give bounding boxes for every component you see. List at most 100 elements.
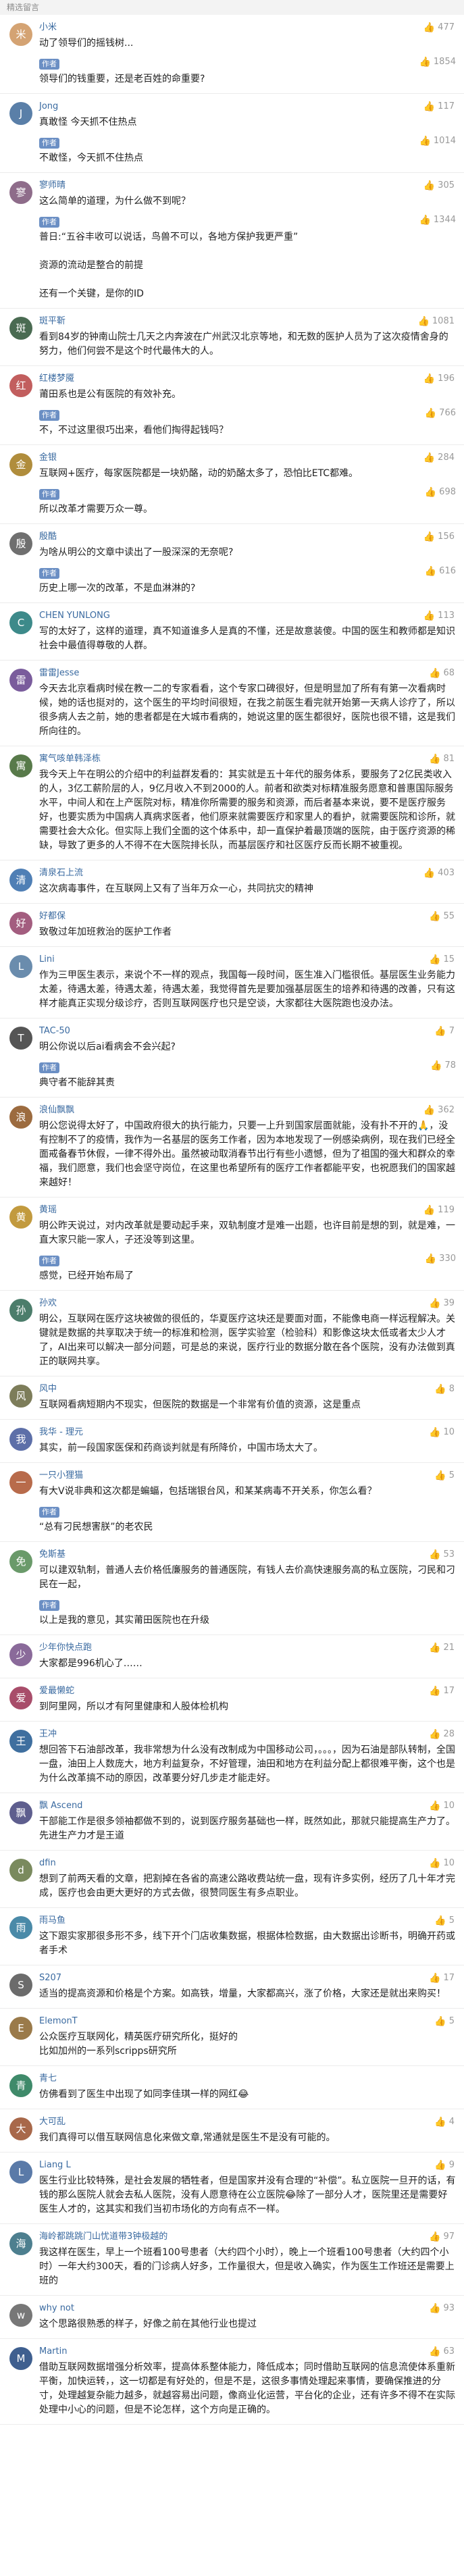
like-button[interactable]: 👍 17	[429, 1685, 455, 1697]
like-button[interactable]: 👍 5	[434, 1470, 455, 1482]
avatar[interactable]: 清	[9, 869, 32, 892]
comment-nickname[interactable]: 免斯基	[39, 1549, 456, 1561]
avatar[interactable]: d	[9, 1859, 32, 1882]
reply-like-button[interactable]: 👍 330	[425, 1253, 456, 1265]
reply-like-button[interactable]: 👍 1014	[419, 135, 456, 147]
avatar[interactable]: L	[9, 2161, 32, 2184]
comment-nickname[interactable]: TAC-50	[39, 1025, 456, 1037]
avatar[interactable]: J	[9, 102, 32, 125]
avatar[interactable]: 海	[9, 2232, 32, 2255]
avatar[interactable]: 免	[9, 1550, 32, 1573]
like-button[interactable]: 👍 55	[429, 910, 455, 923]
like-button[interactable]: 👍 68	[429, 667, 455, 679]
like-button[interactable]: 👍 477	[423, 22, 455, 34]
avatar[interactable]: 米	[9, 23, 32, 46]
reply-like-button[interactable]: 👍 616	[425, 565, 456, 577]
comment-nickname[interactable]: 雨马鱼	[39, 1915, 456, 1927]
avatar[interactable]: L	[9, 955, 32, 978]
comment-nickname[interactable]: 斑平靳	[39, 315, 456, 328]
comment-nickname[interactable]: 寓气咳单韩泽栋	[39, 753, 456, 765]
avatar[interactable]: 寥	[9, 181, 32, 204]
comment-nickname[interactable]: 金银	[39, 452, 456, 464]
like-button[interactable]: 👍 10	[429, 1426, 455, 1439]
avatar[interactable]: 好	[9, 912, 32, 935]
comment-nickname[interactable]: Martin	[39, 2346, 456, 2358]
like-button[interactable]: 👍 117	[423, 101, 455, 113]
comment-nickname[interactable]: Jong	[39, 101, 456, 113]
like-button[interactable]: 👍 53	[429, 1549, 455, 1561]
avatar[interactable]: 少	[9, 1643, 32, 1666]
avatar[interactable]: 一	[9, 1471, 32, 1494]
comment-nickname[interactable]: 一只小狸猫	[39, 1470, 456, 1482]
like-button[interactable]: 👍 156	[423, 531, 455, 543]
comment-nickname[interactable]: 浪仙飘飘	[39, 1104, 456, 1116]
avatar[interactable]: 红	[9, 374, 32, 397]
like-button[interactable]: 👍 9	[434, 2159, 455, 2171]
like-button[interactable]: 👍 284	[423, 452, 455, 464]
like-button[interactable]: 👍 5	[434, 1915, 455, 1927]
avatar[interactable]: 我	[9, 1428, 32, 1451]
comment-nickname[interactable]: Liang L	[39, 2159, 456, 2171]
comment-nickname[interactable]: S207	[39, 1972, 456, 1984]
avatar[interactable]: 风	[9, 1385, 32, 1408]
comment-nickname[interactable]: 清泉石上流	[39, 867, 456, 879]
like-button[interactable]: 👍 403	[423, 867, 455, 879]
avatar[interactable]: 寓	[9, 754, 32, 777]
like-button[interactable]: 👍 93	[429, 2302, 455, 2315]
reply-like-button[interactable]: 👍 1854	[419, 56, 456, 68]
like-button[interactable]: 👍 10	[429, 1800, 455, 1812]
comment-nickname[interactable]: 我华 - 理元	[39, 1426, 456, 1439]
like-button[interactable]: 👍 28	[429, 1728, 455, 1741]
comment-nickname[interactable]: why not	[39, 2302, 456, 2315]
comment-nickname[interactable]: 大可乱	[39, 2116, 456, 2128]
avatar[interactable]: 雨	[9, 1916, 32, 1939]
avatar[interactable]: 雷	[9, 669, 32, 692]
like-button[interactable]: 👍 10	[429, 1857, 455, 1870]
comment-nickname[interactable]: 孙欢	[39, 1297, 456, 1310]
like-button[interactable]: 👍 7	[434, 1025, 455, 1037]
like-button[interactable]: 👍 97	[429, 2231, 455, 2243]
like-button[interactable]: 👍 15	[429, 954, 455, 966]
comment-nickname[interactable]: 海岭都跳跳门山忧道带3钟极越的	[39, 2231, 456, 2243]
comment-nickname[interactable]: 殷酷	[39, 531, 456, 543]
avatar[interactable]: M	[9, 2347, 32, 2370]
comment-nickname[interactable]: 小米	[39, 22, 456, 34]
avatar[interactable]: 金	[9, 453, 32, 476]
reply-like-button[interactable]: 👍 698	[425, 486, 456, 498]
comment-nickname[interactable]: 寥师晴	[39, 180, 456, 192]
like-button[interactable]: 👍 305	[423, 180, 455, 192]
like-button[interactable]: 👍 5	[434, 2015, 455, 2028]
avatar[interactable]: 黄	[9, 1206, 32, 1229]
like-button[interactable]: 👍 8	[434, 1383, 455, 1395]
like-button[interactable]: 👍 1081	[417, 315, 455, 328]
comment-nickname[interactable]: 爱最懒蛇	[39, 1685, 456, 1697]
comment-nickname[interactable]: 红楼梦魇	[39, 373, 456, 385]
comment-nickname[interactable]: dfin	[39, 1857, 456, 1870]
comment-nickname[interactable]: 风中	[39, 1383, 456, 1395]
comment-nickname[interactable]: 雷雷Jesse	[39, 667, 456, 679]
like-button[interactable]: 👍 362	[423, 1104, 455, 1116]
reply-like-button[interactable]: 👍 78	[430, 1060, 456, 1072]
like-button[interactable]: 👍 21	[429, 1642, 455, 1654]
avatar[interactable]: E	[9, 2017, 32, 2040]
avatar[interactable]: T	[9, 1027, 32, 1050]
comment-nickname[interactable]: 黄瑶	[39, 1204, 456, 1216]
comment-nickname[interactable]: 飘 Ascend	[39, 1800, 456, 1812]
reply-like-button[interactable]: 👍 766	[425, 407, 456, 419]
comment-nickname[interactable]: 少年你快点跑	[39, 1642, 456, 1654]
comment-nickname[interactable]: 王冲	[39, 1728, 456, 1741]
avatar[interactable]: S	[9, 1974, 32, 1997]
avatar[interactable]: 大	[9, 2117, 32, 2140]
comment-nickname[interactable]: CHEN YUNLONG	[39, 610, 456, 622]
like-button[interactable]: 👍 119	[423, 1204, 455, 1216]
avatar[interactable]: 殷	[9, 532, 32, 555]
avatar[interactable]: 爱	[9, 1686, 32, 1709]
avatar[interactable]: w	[9, 2304, 32, 2327]
like-button[interactable]: 👍 81	[429, 753, 455, 765]
like-button[interactable]: 👍 113	[423, 610, 455, 622]
comment-nickname[interactable]: ElemonT	[39, 2015, 456, 2028]
comment-nickname[interactable]: Lini	[39, 954, 456, 966]
comment-nickname[interactable]: 青七	[39, 2073, 456, 2085]
like-button[interactable]: 👍 4	[434, 2116, 455, 2128]
like-button[interactable]: 👍 39	[429, 1297, 455, 1310]
